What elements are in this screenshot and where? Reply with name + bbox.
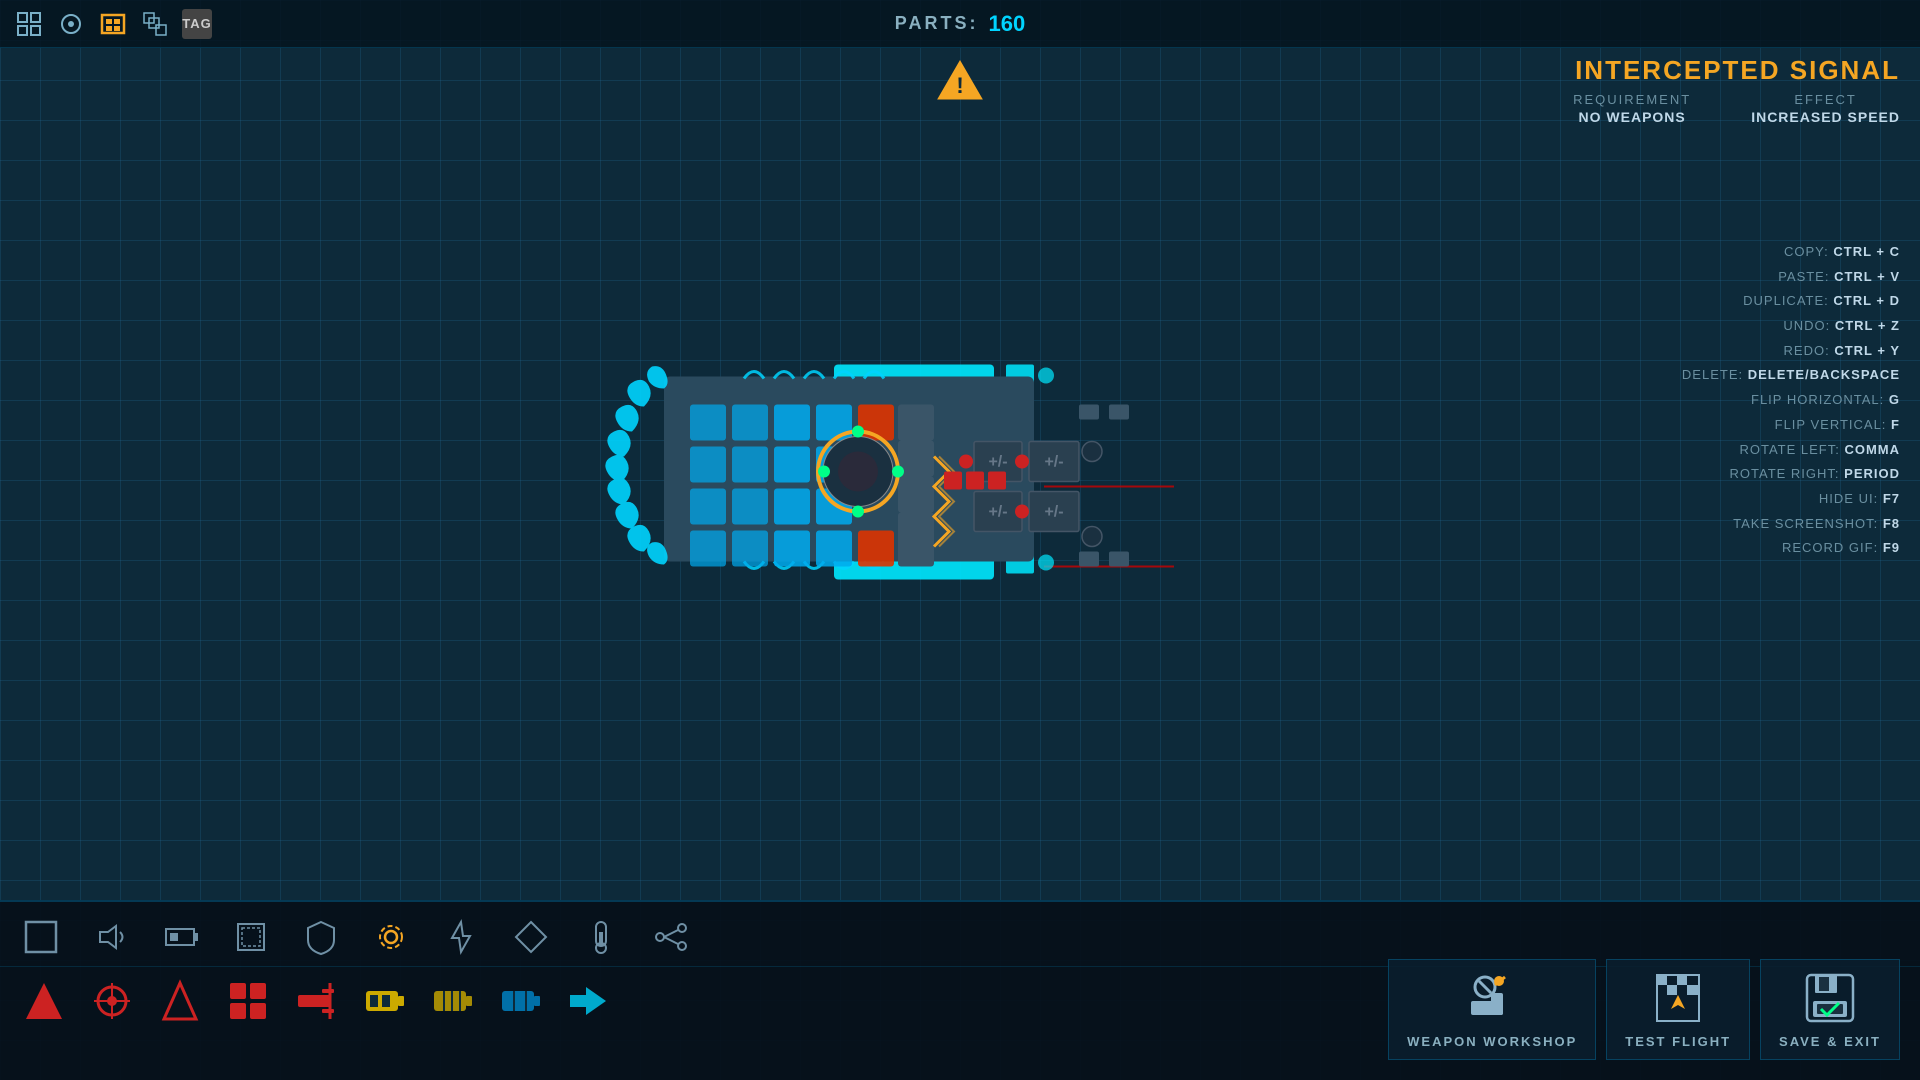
category-sound[interactable] [90, 916, 132, 958]
effect-value: INCREASED SPEED [1751, 109, 1900, 125]
svg-text:+/-: +/- [988, 504, 1007, 521]
item-box-array[interactable] [224, 977, 272, 1025]
parts-count: 160 [988, 11, 1025, 37]
top-bar-icons: TAG [0, 9, 212, 39]
item-cone[interactable] [156, 977, 204, 1025]
test-flight-label: TEST FLIGHT [1625, 1034, 1731, 1049]
weapon-workshop-button[interactable]: WEAPON WORKSHOP [1388, 959, 1596, 1060]
category-bar [0, 902, 1920, 967]
info-req-effect: REQUIREMENT NO WEAPONS EFFECT INCREASED … [1573, 92, 1900, 125]
svg-text:!: ! [956, 73, 963, 98]
shortcut-screenshot: TAKE SCREENSHOT: F8 [1682, 512, 1900, 537]
effect-col: EFFECT INCREASED SPEED [1751, 92, 1900, 125]
requirement-col: REQUIREMENT NO WEAPONS [1573, 92, 1691, 125]
item-triangle[interactable] [20, 977, 68, 1025]
shortcut-delete: DELETE: DELETE/BACKSPACE [1682, 363, 1900, 388]
category-diamond[interactable] [510, 916, 552, 958]
save-exit-icon [1802, 970, 1858, 1026]
svg-text:+/-: +/- [1044, 454, 1063, 471]
parts-display: PARTS: 160 [895, 11, 1025, 37]
rect-active-icon[interactable] [98, 9, 128, 39]
category-gauge[interactable] [580, 916, 622, 958]
weapon-workshop-icon [1464, 970, 1520, 1026]
category-hull[interactable] [20, 916, 62, 958]
layers-icon[interactable] [140, 9, 170, 39]
svg-text:+/-: +/- [988, 454, 1007, 471]
category-network[interactable] [650, 916, 692, 958]
test-flight-button[interactable]: TEST FLIGHT [1606, 959, 1750, 1060]
shortcut-flip-h: FLIP HORIZONTAL: G [1682, 388, 1900, 413]
item-battery-yellow-2[interactable] [428, 977, 476, 1025]
save-exit-label: SAVE & EXIT [1779, 1034, 1881, 1049]
item-arrow-thrust[interactable] [564, 977, 612, 1025]
requirement-label: REQUIREMENT [1573, 92, 1691, 107]
info-title: INTERCEPTED SIGNAL [1573, 55, 1900, 86]
item-gun[interactable] [292, 977, 340, 1025]
shortcuts-panel: COPY: CTRL + C PASTE: CTRL + V DUPLICATE… [1682, 240, 1900, 561]
test-flight-icon [1650, 970, 1706, 1026]
svg-text:+/-: +/- [1044, 504, 1063, 521]
effect-label: EFFECT [1751, 92, 1900, 107]
shortcut-undo: UNDO: CTRL + Z [1682, 314, 1900, 339]
ship-canvas[interactable]: +/- +/- +/- +/- [0, 48, 1920, 900]
shortcut-hide-ui: HIDE UI: F7 [1682, 487, 1900, 512]
requirement-value: NO WEAPONS [1573, 109, 1691, 125]
category-energy[interactable] [440, 916, 482, 958]
tag-badge[interactable]: TAG [182, 9, 212, 39]
action-buttons: WEAPON WORKSHOP TEST FLIGHT [1388, 959, 1900, 1060]
weapon-workshop-label: WEAPON WORKSHOP [1407, 1034, 1577, 1049]
shortcut-gif: RECORD GIF: F9 [1682, 536, 1900, 561]
category-gear[interactable] [370, 916, 412, 958]
shortcut-duplicate: DUPLICATE: CTRL + D [1682, 289, 1900, 314]
shortcut-paste: PASTE: CTRL + V [1682, 265, 1900, 290]
target-icon[interactable] [56, 9, 86, 39]
shortcut-flip-v: FLIP VERTICAL: F [1682, 413, 1900, 438]
category-battery[interactable] [160, 916, 202, 958]
category-door[interactable] [230, 916, 272, 958]
top-bar: TAG PARTS: 160 [0, 0, 1920, 48]
grid-icon[interactable] [14, 9, 44, 39]
shortcut-redo: REDO: CTRL + Y [1682, 339, 1900, 364]
warning-icon: ! [934, 55, 986, 112]
item-crosshair[interactable] [88, 977, 136, 1025]
item-battery-yellow-1[interactable] [360, 977, 408, 1025]
shortcut-copy: COPY: CTRL + C [1682, 240, 1900, 265]
shortcut-rotate-left: ROTATE LEFT: COMMA [1682, 438, 1900, 463]
save-exit-button[interactable]: SAVE & EXIT [1760, 959, 1900, 1060]
ship-display: +/- +/- +/- +/- [554, 257, 1174, 692]
item-battery-blue[interactable] [496, 977, 544, 1025]
shortcut-rotate-right: ROTATE RIGHT: PERIOD [1682, 462, 1900, 487]
info-panel: INTERCEPTED SIGNAL REQUIREMENT NO WEAPON… [1573, 55, 1900, 125]
parts-label: PARTS: [895, 13, 979, 34]
category-shield[interactable] [300, 916, 342, 958]
